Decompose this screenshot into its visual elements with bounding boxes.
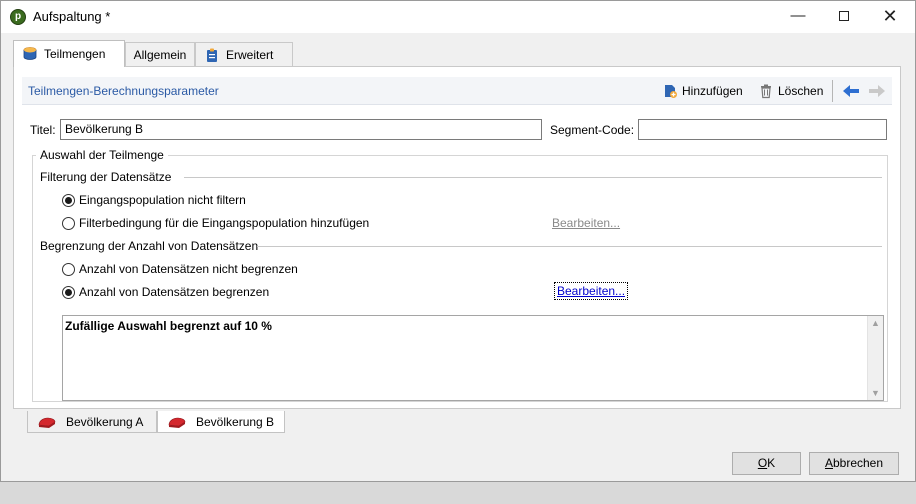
arrow-left-icon bbox=[843, 85, 859, 97]
add-icon bbox=[665, 85, 677, 98]
move-back-button[interactable] bbox=[842, 81, 860, 101]
tab-label: Allgemein bbox=[133, 47, 187, 62]
arrow-right-icon bbox=[869, 85, 885, 97]
ok-button[interactable]: OK bbox=[732, 452, 801, 475]
radio-no-filter-label: Eingangspopulation nicht filtern bbox=[79, 193, 246, 207]
scroll-down-icon[interactable]: ▼ bbox=[868, 386, 883, 400]
radio-no-filter[interactable] bbox=[62, 194, 75, 207]
tab-panel: Teilmengen-Berechnungsparameter Hinzufüg… bbox=[13, 66, 901, 409]
summary-text: Zufällige Auswahl begrenzt auf 10 % bbox=[65, 319, 272, 333]
filtering-divider bbox=[184, 177, 882, 178]
radio-limit[interactable] bbox=[62, 286, 75, 299]
section-title: Teilmengen-Berechnungsparameter bbox=[28, 84, 219, 98]
ok-label: K bbox=[767, 456, 776, 470]
ok-accel: O bbox=[757, 456, 768, 470]
pie-slice-icon bbox=[38, 417, 56, 428]
subset-selection-legend: Auswahl der Teilmenge bbox=[36, 148, 168, 162]
tab-label: Erweitert bbox=[226, 47, 274, 62]
tab-erweitert[interactable]: Erweitert bbox=[195, 42, 293, 66]
scroll-up-icon[interactable]: ▲ bbox=[868, 316, 883, 330]
limit-edit-link[interactable]: Bearbeiten... bbox=[554, 282, 629, 300]
cancel-button[interactable]: Abbrechen bbox=[809, 452, 899, 475]
cancel-label: bbrechen bbox=[832, 456, 884, 470]
delete-button[interactable]: Löschen bbox=[758, 81, 823, 101]
subset-tab-label: Bevölkerung B bbox=[196, 414, 275, 429]
filtering-legend: Filterung der Datensätze bbox=[40, 170, 172, 184]
limit-divider bbox=[257, 246, 882, 247]
summary-scrollbar[interactable]: ▲ ▼ bbox=[867, 316, 883, 400]
subset-tab-b[interactable]: Bevölkerung B bbox=[157, 411, 285, 433]
pie-slice-icon bbox=[168, 417, 186, 428]
add-label: Hinzufügen bbox=[682, 84, 743, 98]
trash-icon bbox=[761, 84, 771, 99]
title-input[interactable]: Bevölkerung B bbox=[60, 119, 542, 140]
tab-teilmengen[interactable]: Teilmengen bbox=[13, 40, 125, 67]
minimize-button[interactable]: — bbox=[775, 1, 821, 33]
radio-limit-label: Anzahl von Datensätzen begrenzen bbox=[79, 285, 270, 299]
add-button[interactable]: Hinzufügen bbox=[662, 81, 743, 101]
maximize-icon bbox=[839, 11, 849, 21]
cancel-accel: A bbox=[824, 456, 833, 470]
tab-allgemein[interactable]: Allgemein bbox=[125, 42, 195, 66]
segment-code-input[interactable] bbox=[638, 119, 887, 140]
title-bar: p Aufspaltung * — ✕ bbox=[1, 1, 915, 33]
filter-edit-link: Bearbeiten... bbox=[552, 216, 621, 230]
subset-tab-label: Bevölkerung A bbox=[66, 414, 144, 429]
subset-tab-a[interactable]: Bevölkerung A bbox=[27, 411, 157, 433]
app-logo-icon: p bbox=[10, 9, 26, 25]
limit-legend: Begrenzung der Anzahl von Datensätzen bbox=[40, 239, 259, 253]
radio-no-limit-label: Anzahl von Datensätzen nicht begrenzen bbox=[79, 262, 298, 276]
toolbar-separator bbox=[832, 80, 833, 102]
window-title: Aufspaltung * bbox=[33, 9, 111, 24]
database-icon bbox=[23, 47, 37, 60]
radio-no-limit[interactable] bbox=[62, 263, 75, 276]
dialog-window: p Aufspaltung * — ✕ Teilmengen Allgemein bbox=[0, 0, 916, 482]
radio-add-filter[interactable] bbox=[62, 217, 75, 230]
tab-label: Teilmengen bbox=[44, 47, 106, 61]
radio-add-filter-label: Filterbedingung für die Eingangspopulati… bbox=[79, 216, 370, 230]
delete-label: Löschen bbox=[778, 84, 824, 98]
move-forward-button[interactable] bbox=[868, 81, 886, 101]
maximize-button[interactable] bbox=[821, 1, 867, 33]
title-label: Titel: bbox=[30, 123, 56, 137]
summary-box: Zufällige Auswahl begrenzt auf 10 % ▲ ▼ bbox=[62, 315, 884, 401]
segment-code-label: Segment-Code: bbox=[550, 123, 635, 137]
clipboard-icon bbox=[207, 48, 217, 62]
close-button[interactable]: ✕ bbox=[867, 1, 913, 33]
section-header: Teilmengen-Berechnungsparameter Hinzufüg… bbox=[22, 77, 892, 105]
